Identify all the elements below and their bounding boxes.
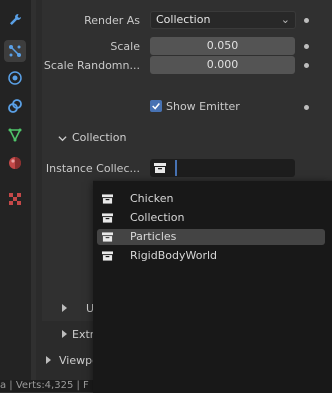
collection-icon [154,163,166,173]
dropdown-item-label: RigidBodyWorld [130,249,218,262]
collection-dropdown: Chicken Collection Particles RigidBodyWo… [93,180,332,393]
instance-collection-search-field[interactable] [150,159,295,177]
chevron-right-icon [62,330,67,338]
collection-icon [102,194,113,204]
dropdown-item-label: Collection [130,211,185,224]
text-cursor [175,160,177,176]
dropdown-item-collection[interactable]: Collection [97,210,325,226]
collapsed-panel-2[interactable]: Extr [58,326,98,344]
collapsed-panel-label: Extr [72,328,95,341]
texture-icon[interactable] [4,188,26,210]
collection-icon [102,232,113,242]
scale-randomness-field[interactable]: 0.000 [150,56,295,74]
keyframe-dot[interactable] [304,63,309,68]
collection-icon [102,213,113,223]
chevron-down-icon: ⌄ [280,13,290,26]
collapsed-panel-1[interactable]: U [58,300,98,318]
scale-randomness-label: Scale Randomn... [43,59,140,72]
physics-icon[interactable] [4,67,26,89]
checkmark-icon [152,103,160,110]
material-icon[interactable] [4,152,26,174]
dropdown-item-particles[interactable]: Particles [97,229,325,245]
render-as-value: Collection [156,13,211,26]
scale-label: Scale [110,40,140,53]
constraints-icon[interactable] [4,95,26,117]
collection-panel-header[interactable]: Collection [42,127,332,149]
dropdown-item-label: Chicken [130,192,174,205]
dropdown-item-rigidbodyworld[interactable]: RigidBodyWorld [97,248,325,264]
object-data-icon[interactable] [4,124,26,146]
keyframe-dot[interactable] [304,18,309,23]
show-emitter-label: Show Emitter [166,100,240,113]
chevron-right-icon [62,304,67,312]
show-emitter-checkbox[interactable] [150,100,162,112]
keyframe-dot[interactable] [304,105,309,110]
collapsed-panel-3[interactable]: Viewpo [42,352,99,370]
particles-icon[interactable] [4,40,26,62]
render-as-select[interactable]: Collection ⌄ [150,11,296,29]
keyframe-dot[interactable] [304,44,309,49]
collection-panel-title: Collection [72,131,127,144]
chevron-down-icon [58,136,67,142]
wrench-icon[interactable] [4,9,26,31]
dropdown-item-label: Particles [130,230,177,243]
instance-collection-label: Instance Collec... [45,162,140,175]
scale-field[interactable]: 0.050 [150,37,295,55]
collection-icon [102,251,113,261]
status-bar: a | Verts:4,325 | F [0,380,93,392]
dropdown-item-chicken[interactable]: Chicken [97,191,325,207]
chevron-right-icon [46,356,51,364]
render-as-label: Render As [84,14,140,27]
properties-tab-bar [0,0,31,392]
